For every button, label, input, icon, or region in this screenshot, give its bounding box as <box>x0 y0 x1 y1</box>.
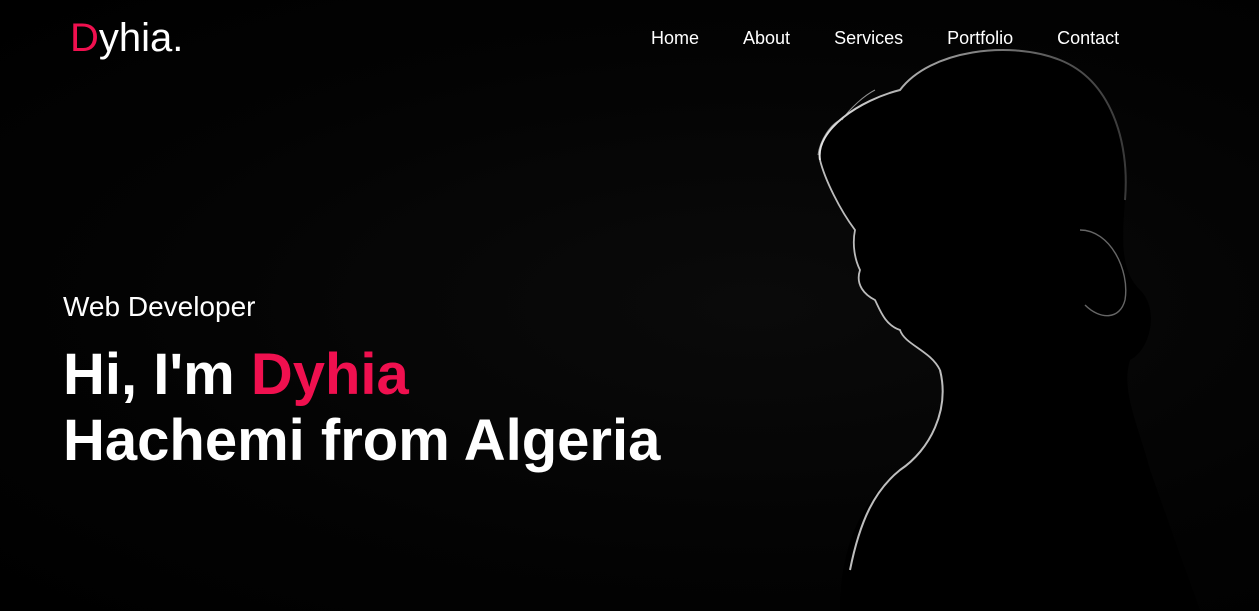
nav-link-portfolio[interactable]: Portfolio <box>947 28 1013 48</box>
hero-title-name: Dyhia <box>250 342 409 407</box>
nav-link-about[interactable]: About <box>743 28 790 48</box>
hero-text-block: Web Developer Hi, I'm Dyhia Hachemi from … <box>63 290 660 474</box>
nav-link-home[interactable]: Home <box>651 28 699 48</box>
nav-item-services: Services <box>834 27 903 49</box>
nav-item-home: Home <box>651 27 699 49</box>
nav-item-about: About <box>743 27 790 49</box>
nav-item-contact: Contact <box>1057 27 1119 49</box>
logo-initial: D <box>70 16 99 60</box>
hero-title-line2: Hachemi from Algeria <box>63 408 661 473</box>
hero-title-prefix: Hi, I'm <box>63 342 251 407</box>
nav-item-portfolio: Portfolio <box>947 27 1013 49</box>
nav-menu: Home About Services Portfolio Contact <box>651 27 1119 49</box>
hero-section: Dyhia. Home About Services Portfolio Con… <box>0 0 1259 611</box>
nav-link-contact[interactable]: Contact <box>1057 28 1119 48</box>
logo-text: yhia. <box>98 16 184 60</box>
brand-logo[interactable]: Dyhia. <box>70 15 183 61</box>
silhouette-background-image <box>817 49 1200 611</box>
hero-title: Hi, I'm Dyhia Hachemi from Algeria <box>63 342 660 474</box>
top-navbar: Dyhia. Home About Services Portfolio Con… <box>0 0 1259 76</box>
nav-link-services[interactable]: Services <box>834 28 903 48</box>
hero-subtitle: Web Developer <box>63 291 256 322</box>
